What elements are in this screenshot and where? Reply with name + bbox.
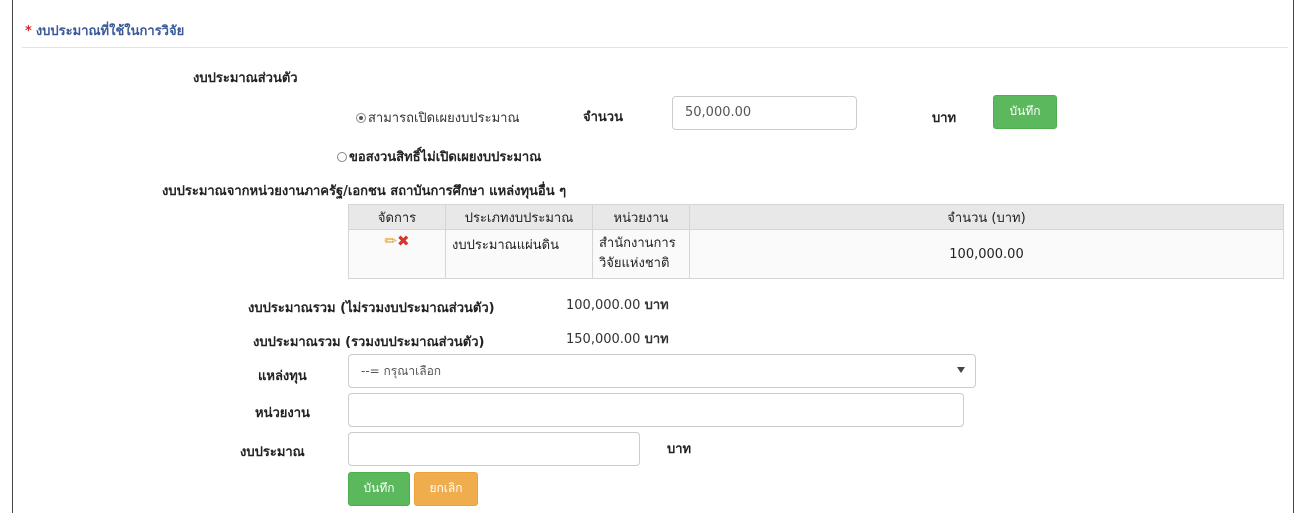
delete-icon[interactable]: ✖ xyxy=(397,232,410,250)
total-excl: 100,000.00 บาท xyxy=(566,294,669,315)
radio-undisclose-dot[interactable] xyxy=(337,152,347,162)
external-budget-heading: งบประมาณจากหน่วยงานภาครัฐ/เอกชน สถาบันกา… xyxy=(162,184,567,199)
agency-label: หน่วยงาน xyxy=(255,406,310,421)
chevron-down-icon xyxy=(957,367,965,373)
total-incl-value: 150,000.00 xyxy=(566,332,641,347)
amount-label: จำนวน xyxy=(583,110,623,125)
personal-budget-heading: งบประมาณส่วนตัว xyxy=(193,71,298,86)
total-incl-unit: บาท xyxy=(644,332,669,347)
budget-table: จัดการ ประเภทงบประมาณ หน่วยงาน จำนวน (บา… xyxy=(348,204,1284,279)
section-title: * งบประมาณที่ใช้ในการวิจัย xyxy=(25,24,185,39)
row-amount: 100,000.00 xyxy=(689,229,1284,279)
col-agency: หน่วยงาน xyxy=(592,204,690,230)
agency-input[interactable] xyxy=(348,393,964,427)
budget-input[interactable] xyxy=(348,432,640,466)
table-header-row: จัดการ ประเภทงบประมาณ หน่วยงาน จำนวน (บา… xyxy=(348,204,1284,230)
edit-icon[interactable]: ✏ xyxy=(384,232,397,250)
save-personal-button[interactable]: บันทึก xyxy=(993,95,1057,129)
radio-disclose[interactable]: สามารถเปิดเผยงบประมาณ xyxy=(356,107,520,128)
save-button[interactable]: บันทึก xyxy=(348,472,410,506)
total-incl-label: งบประมาณรวม (รวมงบประมาณส่วนตัว) xyxy=(253,335,485,350)
col-amount: จำนวน (บาท) xyxy=(689,204,1284,230)
budget-unit: บาท xyxy=(667,442,692,457)
radio-disclose-dot[interactable] xyxy=(356,113,366,123)
col-manage: จัดการ xyxy=(348,204,446,230)
total-incl: 150,000.00 บาท xyxy=(566,328,669,349)
col-type: ประเภทงบประมาณ xyxy=(445,204,593,230)
row-agency: สำนักงานการ วิจัยแห่งชาติ xyxy=(592,229,690,279)
total-excl-value: 100,000.00 xyxy=(566,298,641,313)
row-type: งบประมาณแผ่นดิน xyxy=(445,229,593,279)
row-actions: ✏✖ xyxy=(348,229,446,279)
cancel-button[interactable]: ยกเลิก xyxy=(414,472,478,506)
source-selected: --= กรุณาเลือก xyxy=(361,364,442,378)
total-excl-label: งบประมาณรวม (ไม่รวมงบประมาณส่วนตัว) xyxy=(248,301,495,316)
personal-amount-input[interactable]: 50,000.00 xyxy=(672,96,857,130)
radio-disclose-label: สามารถเปิดเผยงบประมาณ xyxy=(368,111,520,126)
source-label: แหล่งทุน xyxy=(258,369,307,384)
radio-undisclose-label: ขอสงวนสิทธิ์ไม่เปิดเผยงบประมาณ xyxy=(349,150,542,165)
amount-unit: บาท xyxy=(932,111,957,126)
required-mark: * xyxy=(25,24,32,39)
table-row: ✏✖ งบประมาณแผ่นดิน สำนักงานการ วิจัยแห่ง… xyxy=(348,229,1284,279)
total-excl-unit: บาท xyxy=(644,298,669,313)
budget-label: งบประมาณ xyxy=(240,445,305,460)
source-select[interactable]: --= กรุณาเลือก xyxy=(348,354,976,388)
radio-undisclose[interactable]: ขอสงวนสิทธิ์ไม่เปิดเผยงบประมาณ xyxy=(337,146,541,167)
divider xyxy=(22,47,1288,48)
